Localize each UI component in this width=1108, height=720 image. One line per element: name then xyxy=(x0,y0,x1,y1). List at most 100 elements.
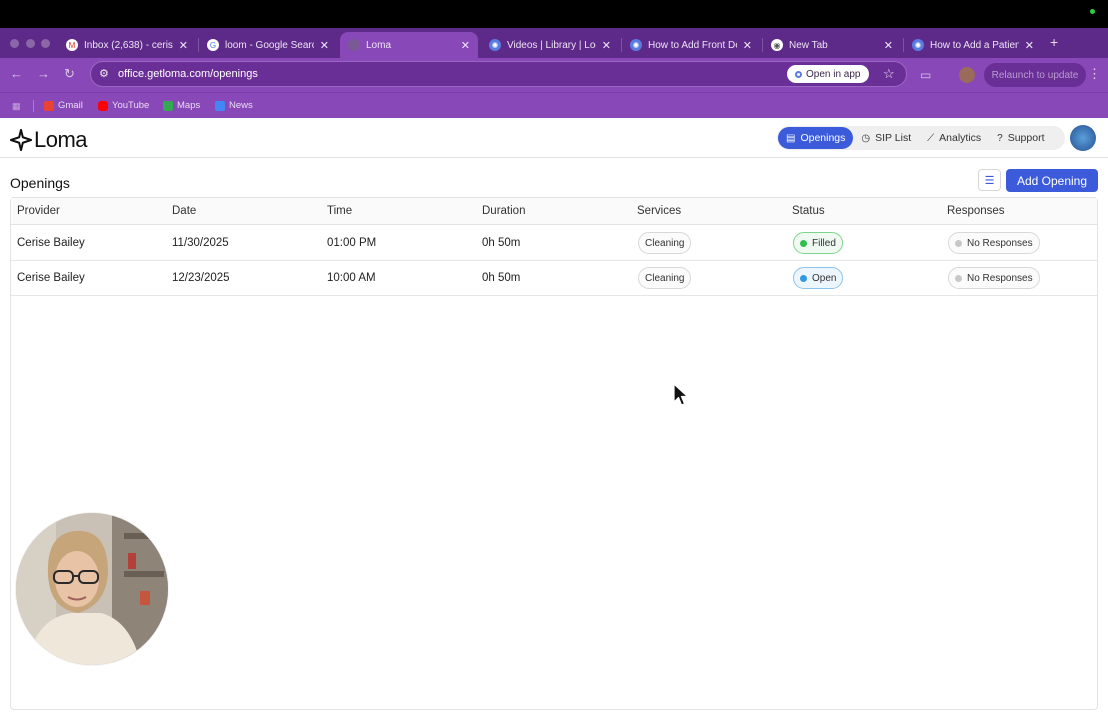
responses-label: No Responses xyxy=(967,237,1033,249)
url-text: office.getloma.com/openings xyxy=(118,68,258,80)
close-tab-icon[interactable]: ✕ xyxy=(320,39,329,52)
nav-support[interactable]: ? Support xyxy=(989,127,1052,149)
openings-table: Provider Date Time Duration Services Sta… xyxy=(10,197,1098,710)
page-content: Loma ▤ Openings ◷ SIP List ⟋ Analytics ?… xyxy=(0,118,1108,720)
loom-icon: ✺ xyxy=(489,39,501,51)
provider-cell: Cerise Bailey xyxy=(17,237,85,249)
address-bar[interactable]: ⚙ office.getloma.com/openings Open in ap… xyxy=(90,61,907,87)
status-badge: Filled xyxy=(793,232,843,254)
status-dot-icon xyxy=(800,239,807,247)
time-cell: 10:00 AM xyxy=(327,272,376,284)
clock-icon: ◷ xyxy=(861,132,871,144)
loma-logo[interactable]: Loma xyxy=(10,127,88,153)
close-tab-icon[interactable]: ✕ xyxy=(1025,39,1034,52)
close-tab-icon[interactable]: ✕ xyxy=(461,39,470,52)
nav-sip-list[interactable]: ◷ SIP List xyxy=(853,127,919,149)
status-label: Filled xyxy=(812,237,836,249)
maximize-window-icon[interactable] xyxy=(41,39,50,48)
new-tab-icon[interactable]: + xyxy=(1050,34,1058,50)
column-header-services[interactable]: Services xyxy=(637,205,681,217)
close-tab-icon[interactable]: ✕ xyxy=(602,39,611,52)
bookmark-label: News xyxy=(229,100,253,111)
bookmark-gmail[interactable]: Gmail xyxy=(44,100,83,111)
tab-add-patient[interactable]: ✺ How to Add a Patient ✕ xyxy=(904,32,1042,58)
bookmark-youtube[interactable]: YouTube xyxy=(98,100,149,111)
bookmark-news[interactable]: News xyxy=(215,100,253,111)
calendar-icon: ▤ xyxy=(786,132,796,144)
bookmark-label: Gmail xyxy=(58,100,83,111)
gmail-icon: M xyxy=(66,39,78,51)
table-row[interactable]: Cerise Bailey 12/23/2025 10:00 AM 0h 50m… xyxy=(11,261,1097,296)
close-tab-icon[interactable]: ✕ xyxy=(743,39,752,52)
loma-icon xyxy=(348,39,360,51)
tab-google-search[interactable]: G loom - Google Search ✕ xyxy=(199,32,337,58)
add-opening-button[interactable]: Add Opening xyxy=(1006,169,1098,192)
camera-indicator-icon xyxy=(1090,9,1095,14)
user-avatar[interactable] xyxy=(1070,125,1096,151)
tab-gmail[interactable]: M Inbox (2,638) - ceris ✕ xyxy=(58,32,196,58)
filter-icon: ☰ xyxy=(984,174,995,187)
reload-icon[interactable]: ↻ xyxy=(64,66,75,82)
column-header-status[interactable]: Status xyxy=(792,205,825,217)
column-header-duration[interactable]: Duration xyxy=(482,205,525,217)
menu-bar xyxy=(0,0,1108,28)
top-navigation: ▤ Openings ◷ SIP List ⟋ Analytics ? Supp… xyxy=(777,126,1065,150)
cast-icon[interactable]: ▭ xyxy=(920,68,931,82)
bookmark-label: YouTube xyxy=(112,100,150,111)
menu-icon[interactable]: ⋮ xyxy=(1088,66,1101,82)
tab-title: Videos | Library | Loom xyxy=(507,39,596,51)
profile-avatar[interactable] xyxy=(959,67,975,83)
tab-title: How to Add Front Desk xyxy=(648,39,737,51)
relaunch-button[interactable]: Relaunch to update xyxy=(984,63,1086,87)
tab-new-tab[interactable]: ◉ New Tab ✕ xyxy=(763,32,901,58)
close-window-icon[interactable] xyxy=(10,39,19,48)
column-header-date[interactable]: Date xyxy=(172,205,196,217)
loma-logo-icon xyxy=(10,129,32,151)
tab-add-front-desk[interactable]: ✺ How to Add Front Desk ✕ xyxy=(622,32,760,58)
site-settings-icon[interactable]: ⚙ xyxy=(99,67,109,80)
bookmark-maps[interactable]: Maps xyxy=(163,100,200,111)
provider-cell: Cerise Bailey xyxy=(17,272,85,284)
nav-analytics[interactable]: ⟋ Analytics xyxy=(919,127,989,149)
nav-label: SIP List xyxy=(875,132,912,144)
service-label: Cleaning xyxy=(645,272,685,284)
response-dot-icon xyxy=(955,274,962,282)
close-tab-icon[interactable]: ✕ xyxy=(884,39,893,52)
back-icon[interactable]: ← xyxy=(10,66,23,81)
webcam-person-image xyxy=(16,513,168,665)
chart-icon: ⟋ xyxy=(927,132,935,144)
duration-cell: 0h 50m xyxy=(482,237,521,249)
status-badge: Open xyxy=(793,267,844,289)
help-icon: ? xyxy=(997,132,1003,144)
minimize-window-icon[interactable] xyxy=(26,39,35,48)
tab-loma[interactable]: Loma ✕ xyxy=(340,32,478,58)
mouse-cursor-icon xyxy=(673,383,689,406)
news-icon xyxy=(215,100,225,111)
bookmark-label: Maps xyxy=(177,100,201,111)
column-header-time[interactable]: Time xyxy=(327,205,352,217)
table-row[interactable]: Cerise Bailey 11/30/2025 01:00 PM 0h 50m… xyxy=(11,226,1097,261)
open-in-app-label: Open in app xyxy=(806,68,861,80)
forward-icon[interactable]: → xyxy=(37,66,50,81)
column-header-provider[interactable]: Provider xyxy=(17,205,60,217)
date-cell: 11/30/2025 xyxy=(172,237,229,249)
webcam-overlay[interactable] xyxy=(16,513,168,665)
filter-button[interactable]: ☰ xyxy=(978,169,1001,191)
responses-badge: No Responses xyxy=(948,232,1040,254)
tab-title: Inbox (2,638) - ceris xyxy=(84,39,173,51)
bookmarks-bar: ▦ Gmail YouTube Maps News xyxy=(0,92,1108,118)
column-header-responses[interactable]: Responses xyxy=(947,205,1005,217)
responses-label: No Responses xyxy=(967,272,1033,284)
apps-grid-icon[interactable]: ▦ xyxy=(12,101,22,111)
open-in-app-button[interactable]: Open in app xyxy=(787,65,869,83)
close-tab-icon[interactable]: ✕ xyxy=(179,39,188,52)
loom-icon: ✺ xyxy=(630,39,642,51)
nav-label: Support xyxy=(1007,132,1045,144)
tab-loom-library[interactable]: ✺ Videos | Library | Loom ✕ xyxy=(481,32,619,58)
responses-badge: No Responses xyxy=(948,267,1040,289)
app-header: Loma ▤ Openings ◷ SIP List ⟋ Analytics ?… xyxy=(0,118,1108,158)
nav-openings[interactable]: ▤ Openings xyxy=(778,127,854,149)
service-label: Cleaning xyxy=(645,237,685,249)
screen: M Inbox (2,638) - ceris ✕ G loom - Googl… xyxy=(0,0,1108,720)
bookmark-star-icon[interactable]: ☆ xyxy=(883,66,895,82)
